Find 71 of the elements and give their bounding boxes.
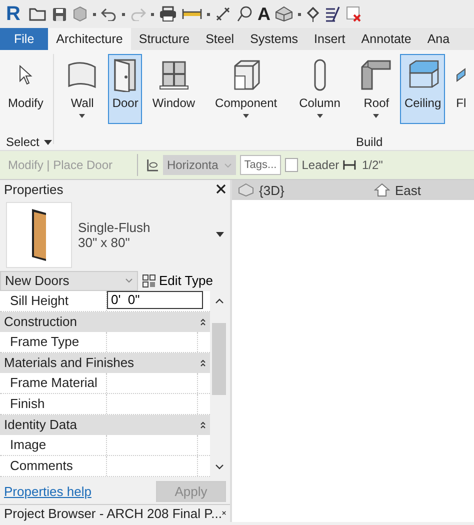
chevron-up-icon[interactable] bbox=[214, 298, 224, 304]
redo-icon bbox=[130, 7, 146, 21]
scroll-thumb[interactable] bbox=[212, 322, 226, 395]
column-icon bbox=[312, 58, 327, 92]
chevron-down-icon[interactable] bbox=[214, 464, 224, 470]
ribbon-tool-button[interactable]: Column bbox=[295, 54, 344, 124]
window-icon bbox=[158, 59, 190, 91]
view-tab[interactable]: East bbox=[368, 180, 474, 200]
type-size: 30" x 80" bbox=[78, 234, 130, 250]
tags-button[interactable]: Tags... bbox=[240, 155, 281, 175]
checkbox[interactable] bbox=[284, 158, 298, 172]
folder-icon[interactable] bbox=[29, 7, 48, 21]
measure-icon[interactable] bbox=[182, 7, 202, 21]
collapse-icon[interactable] bbox=[200, 420, 206, 429]
ribbon-tab[interactable]: Annotate bbox=[353, 28, 420, 50]
ribbon-tool-button[interactable]: Component bbox=[211, 54, 282, 124]
ribbon-tab[interactable]: Systems bbox=[242, 28, 306, 50]
ribbon-tool-button[interactable]: Ceiling bbox=[400, 54, 446, 124]
ribbon-tab[interactable]: Insert bbox=[306, 28, 354, 50]
parameter-name: Finish bbox=[0, 394, 107, 414]
view-tab[interactable]: {3D} bbox=[232, 180, 368, 200]
ribbon-tool-button[interactable]: Modify bbox=[4, 54, 48, 124]
type-selector[interactable]: Single-Flush 30" x 80" bbox=[0, 198, 230, 271]
save-icon[interactable] bbox=[52, 6, 68, 22]
parameter-name: Comments bbox=[0, 456, 107, 476]
orientation-dropdown[interactable]: Horizonta bbox=[162, 155, 236, 175]
length-icon bbox=[343, 159, 356, 171]
category-dropdown[interactable]: New Doors bbox=[0, 270, 138, 291]
parameter-name: Image bbox=[0, 434, 107, 455]
ribbon-tab[interactable]: Structure bbox=[130, 28, 198, 50]
properties-help-link[interactable]: Properties help bbox=[4, 484, 92, 499]
printer-icon[interactable] bbox=[159, 6, 178, 22]
cursor-arrow-icon bbox=[18, 65, 33, 85]
collapse-icon[interactable] bbox=[200, 358, 206, 367]
ribbon-tool-button[interactable]: Door bbox=[108, 54, 142, 124]
project-browser-title: Project Browser - ARCH 208 Final P... bbox=[4, 506, 222, 521]
door-icon bbox=[112, 58, 138, 92]
aligned-dimension-icon[interactable] bbox=[215, 6, 232, 22]
edit-type-button[interactable]: Edit Type bbox=[142, 273, 213, 288]
ribbon-panel-label: Build bbox=[356, 135, 383, 149]
type-name: Single-Flush bbox=[78, 220, 152, 235]
app-logo[interactable]: R bbox=[6, 2, 20, 26]
collapse-icon[interactable] bbox=[200, 318, 206, 326]
ribbon-tab[interactable]: Steel bbox=[198, 28, 242, 50]
text-tool[interactable]: A bbox=[257, 4, 270, 24]
wall-icon bbox=[66, 59, 98, 91]
ribbon-tab[interactable]: File bbox=[0, 28, 48, 50]
ribbon-tab[interactable]: Ana bbox=[419, 28, 458, 50]
ribbon-tool-button[interactable]: Roof bbox=[356, 54, 396, 124]
thin-lines-icon[interactable] bbox=[325, 6, 342, 22]
edit-type-icon bbox=[142, 274, 156, 288]
parameter-name: Sill Height bbox=[0, 290, 107, 311]
parameter-name: Frame Type bbox=[0, 332, 107, 352]
chevron-down-icon bbox=[125, 278, 133, 284]
undo-icon[interactable] bbox=[101, 7, 118, 21]
ribbon-panel-label[interactable]: Select bbox=[6, 135, 52, 149]
orientation-icon bbox=[146, 158, 159, 172]
chevron-down-icon bbox=[224, 162, 232, 168]
roof-icon bbox=[360, 59, 392, 91]
context-label: Modify | Place Door bbox=[8, 158, 114, 172]
pin-icon[interactable] bbox=[306, 6, 320, 22]
leader-label: Leader bbox=[302, 158, 340, 172]
ribbon-tool-button[interactable]: Window bbox=[148, 54, 200, 124]
close-icon[interactable] bbox=[216, 184, 226, 194]
ribbon-tool-button[interactable]: Wall bbox=[62, 54, 102, 124]
panel-title: Properties bbox=[4, 182, 64, 197]
ribbon-tab[interactable]: Architecture bbox=[48, 28, 131, 50]
ribbon-tool-button[interactable]: Fl bbox=[451, 54, 472, 124]
parameter-value-field[interactable]: 0' 0" bbox=[107, 290, 203, 309]
close-hidden-windows-icon[interactable] bbox=[346, 6, 362, 22]
parameter-name: Frame Material bbox=[0, 372, 107, 393]
